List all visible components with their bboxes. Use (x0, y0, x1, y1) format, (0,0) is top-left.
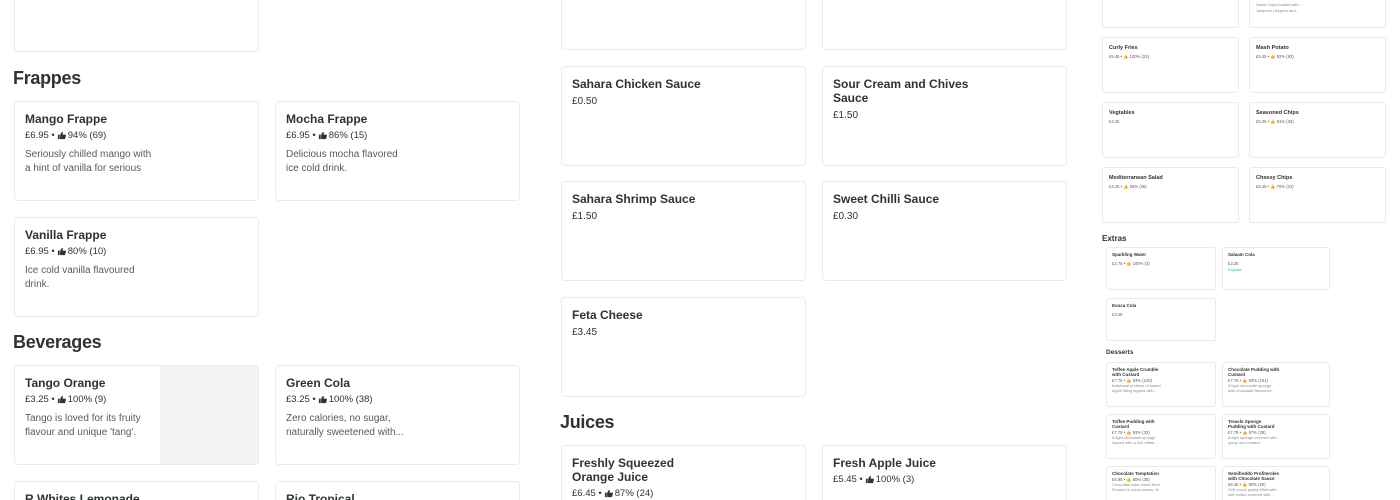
mini-card-cheesy-chips[interactable]: Cheesy Chips £5.45 • 👍 75% (24) (1249, 167, 1386, 223)
item-rating: 87% (24) (614, 488, 654, 499)
thumbs-up-icon (318, 395, 327, 404)
section-title-juices: Juices (560, 412, 615, 432)
menu-item-rio-tropical[interactable]: Rio Tropical (275, 481, 520, 500)
menu-item-card-top-left[interactable] (14, 0, 259, 52)
menu-item-freshly-squeezed-orange-juice[interactable]: Freshly Squeezed Orange Juice £6.45 • 87… (561, 445, 806, 500)
menu-item-r-whites-lemonade[interactable]: R Whites Lemonade (14, 481, 259, 500)
item-name: Freshly Squeezed Orange Juice (572, 456, 675, 484)
item-name: Vanilla Frappe (25, 228, 107, 242)
item-description: Ice cold vanilla flavoured drink. (25, 265, 135, 290)
menu-item-sweet-chilli-sauce[interactable]: Sweet Chilli Sauce £0.30 (822, 181, 1067, 281)
menu-item-mocha-frappe[interactable]: Mocha Frappe £6.95 • 86% (15) Delicious … (275, 101, 520, 201)
menu-item-sour-cream-chives-sauce[interactable]: Sour Cream and Chives Sauce £1.50 (822, 66, 1067, 166)
section-title-frappes: Frappes (13, 68, 81, 88)
item-price: £0.50 (572, 96, 598, 107)
menu-item-sahara-chicken-sauce[interactable]: Sahara Chicken Sauce £0.50 (561, 66, 806, 166)
item-rating: 100% (38) (328, 394, 373, 405)
thumbs-up-icon (865, 475, 874, 484)
item-rating: 94% (69) (67, 130, 107, 141)
item-name: Tango Orange (25, 376, 106, 390)
item-name: R Whites Lemonade (25, 492, 140, 500)
mini-card-salsa-chips[interactable]: Salsa Chips loaded with Jalapeno peppers… (1249, 0, 1386, 28)
item-meta: £6.95 • 94% (69) (25, 130, 248, 141)
item-name: Feta Cheese (572, 308, 643, 322)
menu-item-green-cola[interactable]: Green Cola £3.25 • 100% (38) Zero calori… (275, 365, 520, 465)
section-title-desserts: Desserts (1106, 349, 1134, 356)
menu-item-card-top-mid-1[interactable] (561, 0, 806, 50)
item-description: Zero calories, no sugar, naturally sweet… (286, 413, 404, 438)
item-price: £3.25 • (286, 394, 316, 405)
item-price: £1.50 (572, 211, 598, 222)
item-price: £0.30 (833, 211, 859, 222)
mini-card-salaam-cola[interactable]: Salaam Cola £3.25 Popular (1222, 247, 1330, 290)
menu-item-fresh-apple-juice[interactable]: Fresh Apple Juice £5.45 • 100% (3) (822, 445, 1067, 500)
item-meta: £6.95 • 86% (15) (286, 130, 509, 141)
item-name: Rio Tropical (286, 492, 355, 500)
item-price: £6.95 • (25, 130, 55, 141)
menu-item-feta-cheese[interactable]: Feta Cheese £3.45 (561, 297, 806, 397)
mini-card-curly-fries[interactable]: Curly Fries £5.45 • 👍 100% (22) (1102, 37, 1239, 93)
item-meta: £6.95 • 80% (10) (25, 246, 248, 257)
item-name: Green Cola (286, 376, 351, 390)
item-name: Mango Frappe (25, 112, 108, 126)
item-name: Sweet Chilli Sauce (833, 192, 940, 206)
item-meta: £3.25 • 100% (9) (25, 394, 248, 405)
item-name: Sahara Shrimp Sauce (572, 192, 696, 206)
mini-card-semifreddo-profiteroles[interactable]: Semifreddo Profiteroles with Chocolate Sa… (1222, 466, 1330, 500)
menu-item-sahara-shrimp-sauce[interactable]: Sahara Shrimp Sauce £1.50 (561, 181, 806, 281)
mini-card-seasoned-chips[interactable]: Seasoned Chips £5.25 • 👍 81% (33) (1249, 102, 1386, 158)
menu-item-mango-frappe[interactable]: Mango Frappe £6.95 • 94% (69) Seriously … (14, 101, 259, 201)
item-name: Sahara Chicken Sauce (572, 77, 701, 91)
thumbs-up-icon (57, 247, 66, 256)
thumbs-up-icon (57, 395, 66, 404)
mini-card-evoca-cola[interactable]: Evoca Cola £3.25 (1106, 298, 1216, 341)
mini-card-sparkling-water[interactable]: Sparkling Water £2.75 • 👍 100% (3) (1106, 247, 1216, 290)
item-rating: 86% (15) (328, 130, 368, 141)
item-price: £3.25 • (25, 394, 55, 405)
item-name: Fresh Apple Juice (833, 456, 936, 470)
menu-item-vanilla-frappe[interactable]: Vanilla Frappe £6.95 • 80% (10) Ice cold… (14, 217, 259, 317)
mini-card-vegtables[interactable]: Vegtables £4.25 (1102, 102, 1239, 158)
section-title-beverages: Beverages (13, 332, 102, 352)
item-meta: £5.45 • 100% (3) (833, 474, 1056, 485)
item-description: Seriously chilled mango with a hint of v… (25, 149, 152, 174)
menu-item-card-top-mid-2[interactable] (822, 0, 1067, 50)
thumbs-up-icon (57, 131, 66, 140)
mini-card-mediterranean-salad[interactable]: Mediterranean Salad £4.25 • 👍 55% (36) (1102, 167, 1239, 223)
item-rating: 100% (3) (875, 474, 915, 485)
section-title-extras: Extras (1102, 234, 1127, 243)
mini-card-toffee-pudding[interactable]: Toffee Pudding with Custard £7.75 • 👍 93%… (1106, 414, 1216, 459)
item-price: £6.45 • (572, 488, 602, 499)
mini-card-toffee-apple-crumble[interactable]: Toffee Apple Crumble with Custard £7.75 •… (1106, 362, 1216, 407)
mini-card-treacle-sponge[interactable]: Treacle Sponge Pudding with Custard £7.75… (1222, 414, 1330, 459)
mini-card-mash-potato[interactable]: Mash Potato £5.45 • 👍 92% (93) (1249, 37, 1386, 93)
popular-badge: Popular (1228, 266, 1242, 272)
item-name: Sour Cream and Chives Sauce (833, 77, 969, 105)
item-rating: 80% (10) (67, 246, 107, 257)
item-meta: £3.25 • 100% (38) (286, 394, 509, 405)
item-description: Tango is loved for its fruity flavour an… (25, 413, 141, 438)
item-price: £5.45 • (833, 474, 863, 485)
item-description: Delicious mocha flavored ice cold drink. (286, 149, 398, 174)
item-meta: £6.45 • 87% (24) (572, 488, 795, 499)
item-price: £3.45 (572, 327, 598, 338)
mini-card-top-left[interactable] (1102, 0, 1239, 28)
mini-card-chocolate-pudding[interactable]: Chocolate Pudding with Custard £7.75 • 👍 … (1222, 362, 1330, 407)
menu-item-tango-orange[interactable]: Tango Orange £3.25 • 100% (9) Tango is l… (14, 365, 259, 465)
item-price: £6.95 • (25, 246, 55, 257)
item-price: £1.50 (833, 110, 859, 121)
thumbs-up-icon (318, 131, 327, 140)
item-name: Mocha Frappe (286, 112, 368, 126)
item-price: £6.95 • (286, 130, 316, 141)
mini-card-chocolate-temptation[interactable]: Chocolate Temptation £6.95 • 👍 80% (30) … (1106, 466, 1216, 500)
thumbs-up-icon (604, 489, 613, 498)
item-rating: 100% (9) (67, 394, 107, 405)
